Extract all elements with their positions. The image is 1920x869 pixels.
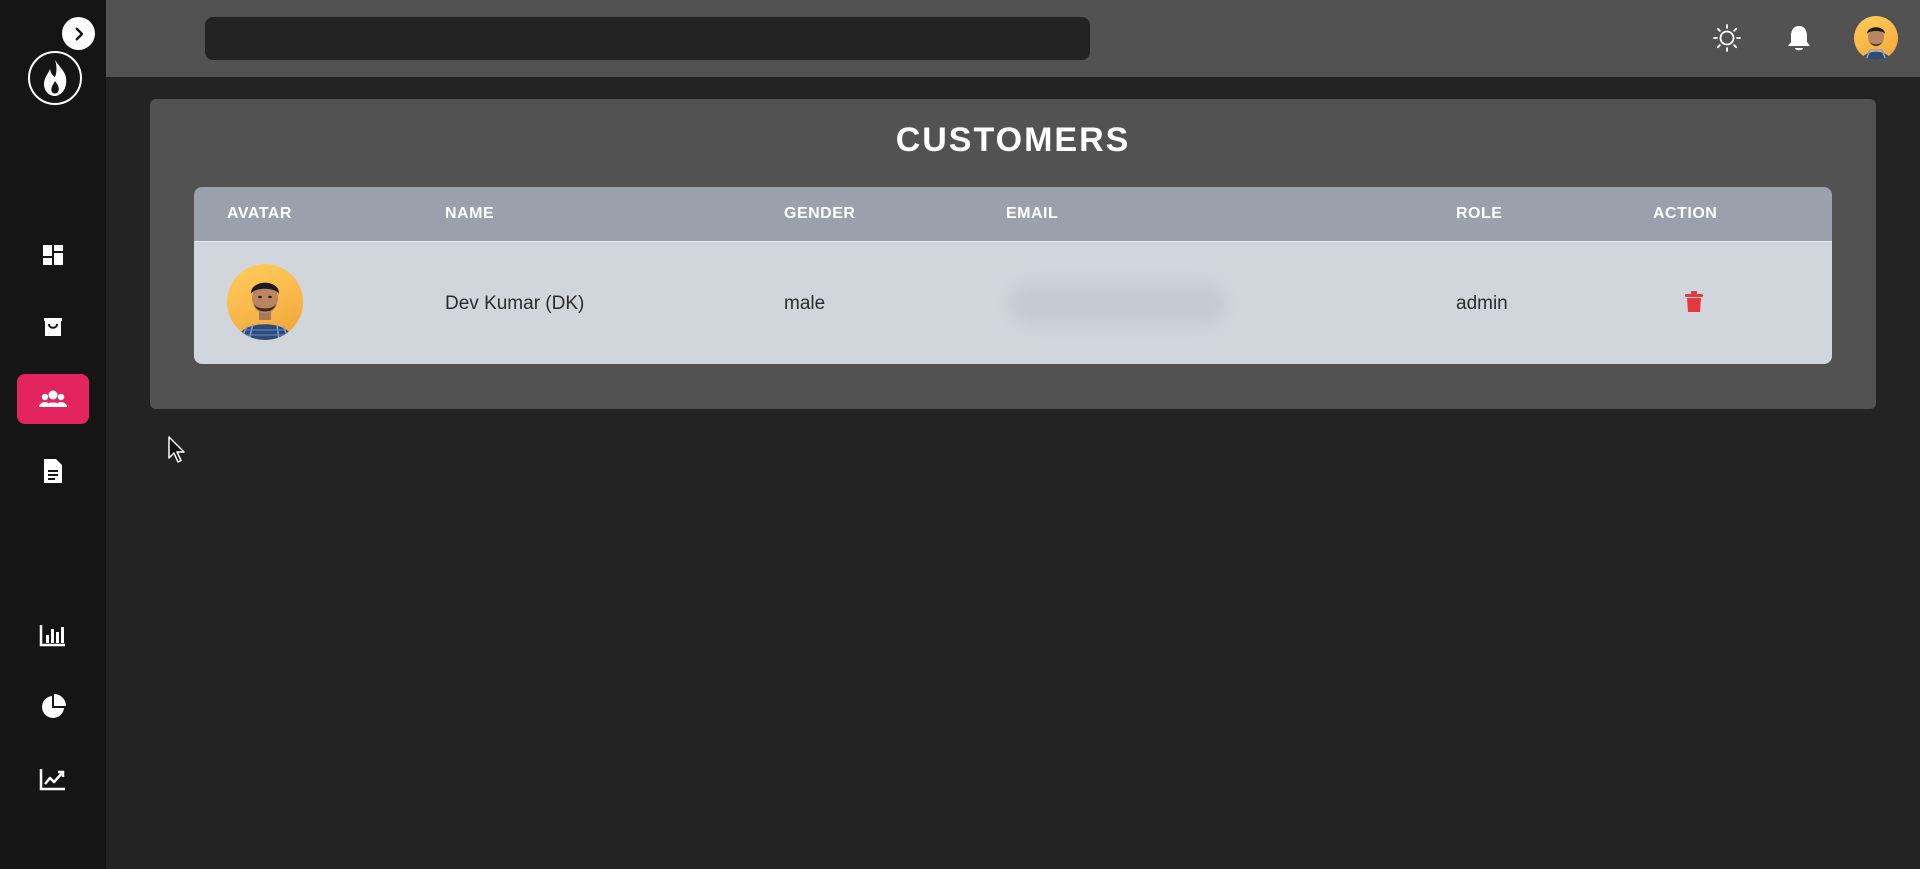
chevron-right-icon [75, 27, 83, 40]
user-avatar[interactable] [1854, 16, 1898, 60]
search-input[interactable] [205, 17, 1090, 60]
sidebar-item-pie-chart[interactable] [17, 682, 89, 732]
customer-name: Dev Kumar (DK) [445, 293, 585, 314]
theme-toggle-button[interactable] [1709, 20, 1745, 56]
customers-card: CUSTOMERS AVATAR NAME GENDER EMAIL ROLE … [150, 99, 1876, 409]
avatar [227, 264, 303, 340]
column-header-role: ROLE [1456, 205, 1503, 222]
sidebar-item-products[interactable] [17, 302, 89, 352]
customer-gender: male [784, 293, 826, 314]
sidebar-item-dashboard[interactable] [17, 230, 89, 280]
column-header-email: EMAIL [1006, 205, 1059, 222]
shopping-bag-icon [44, 318, 62, 336]
users-icon [39, 390, 67, 407]
flame-logo-icon [28, 51, 82, 105]
trash-icon [1685, 291, 1703, 312]
table-row: Dev Kumar (DK) male admin [194, 241, 1832, 364]
bar-chart-icon [39, 625, 65, 647]
mouse-cursor [168, 436, 185, 463]
bell-icon [1788, 26, 1810, 51]
page-title: CUSTOMERS [895, 121, 1131, 159]
column-header-action: ACTION [1653, 205, 1718, 222]
pie-chart-icon [42, 694, 66, 718]
column-header-gender: GENDER [784, 205, 856, 222]
column-header-name: NAME [445, 205, 495, 222]
document-icon [44, 459, 62, 483]
sidebar [0, 0, 106, 869]
top-bar [106, 0, 1920, 77]
customers-table: AVATAR NAME GENDER EMAIL ROLE ACTION Dev… [194, 187, 1832, 364]
column-header-avatar: AVATAR [227, 205, 292, 222]
sun-icon [1713, 24, 1741, 52]
sidebar-item-customers[interactable] [17, 374, 89, 424]
sidebar-item-transactions[interactable] [17, 446, 89, 496]
customer-role: admin [1456, 293, 1508, 314]
dashboard-icon [43, 245, 63, 265]
sidebar-toggle-button[interactable] [62, 17, 95, 50]
delete-button[interactable] [1680, 288, 1708, 316]
sidebar-item-line-chart[interactable] [17, 754, 89, 804]
notifications-button[interactable] [1781, 20, 1817, 56]
customer-email-redacted [1010, 284, 1225, 324]
table-header: AVATAR NAME GENDER EMAIL ROLE ACTION [194, 187, 1832, 241]
sidebar-item-bar-chart[interactable] [17, 610, 89, 660]
line-chart-icon [39, 769, 65, 791]
